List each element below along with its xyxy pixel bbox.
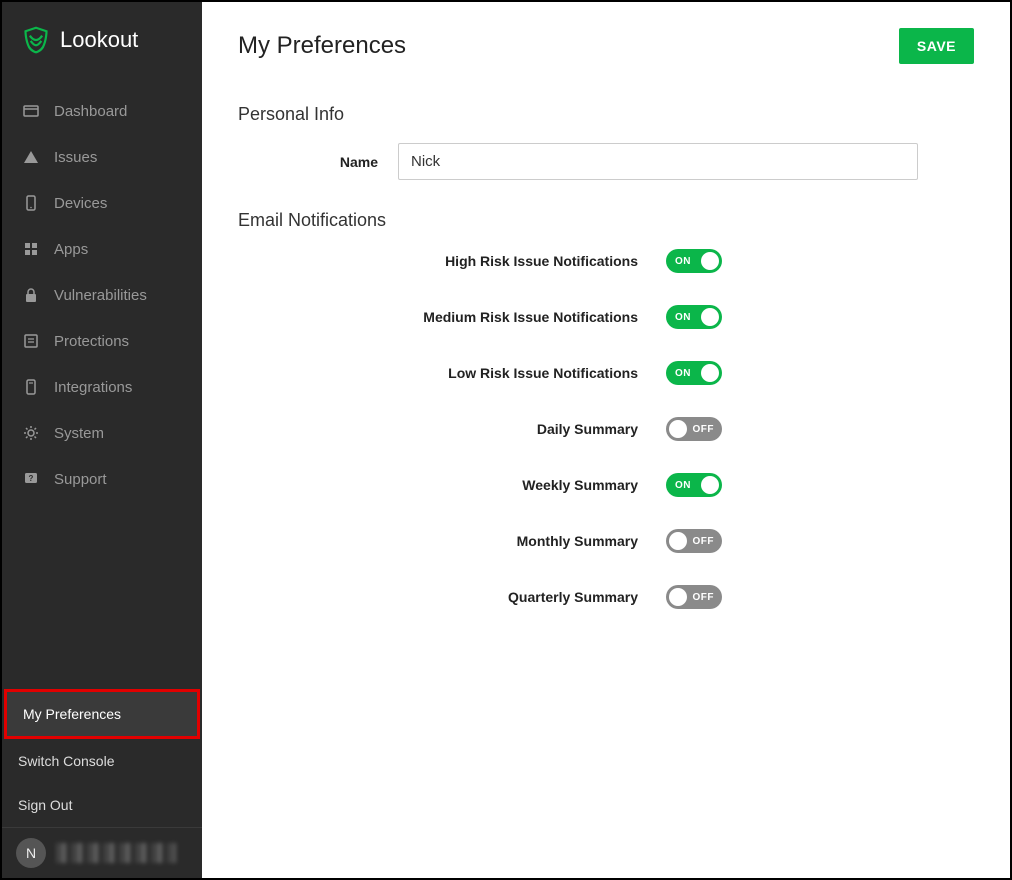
toggle-row: Weekly Summary ON: [238, 473, 974, 497]
highlighted-item: My Preferences: [4, 689, 200, 739]
sidebar-item-label: Integrations: [54, 379, 132, 396]
toggle-row: Low Risk Issue Notifications ON: [238, 361, 974, 385]
shield-icon: [22, 26, 50, 54]
toggle-knob: [701, 476, 719, 494]
toggle-state-text: ON: [675, 480, 691, 491]
integration-icon: [22, 378, 40, 396]
toggle-state-text: OFF: [693, 536, 715, 547]
sidebar-item-support[interactable]: ? Support: [2, 456, 202, 502]
toggle-label: Daily Summary: [238, 421, 638, 437]
toggle-label: Quarterly Summary: [238, 589, 638, 605]
toggle-switch[interactable]: ON: [666, 361, 722, 385]
personal-info-section: Personal Info Name: [238, 104, 974, 180]
lock-icon: [22, 286, 40, 304]
email-notifications-section: Email Notifications High Risk Issue Noti…: [238, 210, 974, 609]
user-row[interactable]: N: [2, 827, 202, 878]
toggle-switch[interactable]: ON: [666, 305, 722, 329]
toggle-knob: [669, 588, 687, 606]
primary-nav: Dashboard Issues Devices Apps Vulnerabil…: [2, 74, 202, 502]
sidebar-item-devices[interactable]: Devices: [2, 180, 202, 226]
toggle-row: Medium Risk Issue Notifications ON: [238, 305, 974, 329]
name-row: Name: [238, 143, 974, 180]
toggle-label: Monthly Summary: [238, 533, 638, 549]
sidebar-item-my-preferences[interactable]: My Preferences: [7, 692, 197, 736]
user-name-redacted: [56, 843, 176, 863]
page-header: My Preferences SAVE: [238, 28, 974, 64]
toggle-row: Monthly Summary OFF: [238, 529, 974, 553]
sidebar-item-switch-console[interactable]: Switch Console: [2, 739, 202, 783]
main-content: My Preferences SAVE Personal Info Name E…: [202, 2, 1010, 878]
sidebar-item-vulnerabilities[interactable]: Vulnerabilities: [2, 272, 202, 318]
dashboard-icon: [22, 102, 40, 120]
toggle-switch[interactable]: ON: [666, 473, 722, 497]
section-title-personal-info: Personal Info: [238, 104, 974, 125]
sidebar-item-sign-out[interactable]: Sign Out: [2, 783, 202, 827]
svg-text:?: ?: [29, 474, 34, 483]
sidebar-item-label: Issues: [54, 149, 97, 166]
list-icon: [22, 332, 40, 350]
sidebar-item-label: Apps: [54, 241, 88, 258]
toggle-state-text: ON: [675, 256, 691, 267]
sidebar-item-label: Protections: [54, 333, 129, 350]
device-icon: [22, 194, 40, 212]
toggle-label: Weekly Summary: [238, 477, 638, 493]
apps-icon: [22, 240, 40, 258]
brand-logo: Lookout: [2, 2, 202, 74]
sidebar-item-label: Support: [54, 471, 107, 488]
toggle-row: High Risk Issue Notifications ON: [238, 249, 974, 273]
toggle-label: High Risk Issue Notifications: [238, 253, 638, 269]
toggle-switch[interactable]: ON: [666, 249, 722, 273]
save-button[interactable]: SAVE: [899, 28, 974, 64]
secondary-nav: My Preferences Switch Console Sign Out: [2, 689, 202, 827]
name-label: Name: [238, 154, 378, 170]
toggle-knob: [701, 308, 719, 326]
section-title-email-notifications: Email Notifications: [238, 210, 974, 231]
sidebar: Lookout Dashboard Issues Devices Apps: [2, 2, 202, 878]
page-title: My Preferences: [238, 32, 406, 60]
sidebar-item-label: Devices: [54, 195, 107, 212]
warning-icon: [22, 148, 40, 166]
toggle-state-text: ON: [675, 368, 691, 379]
toggle-knob: [669, 420, 687, 438]
toggle-switch[interactable]: OFF: [666, 417, 722, 441]
toggle-row: Daily Summary OFF: [238, 417, 974, 441]
sidebar-item-label: My Preferences: [23, 706, 121, 722]
sidebar-item-dashboard[interactable]: Dashboard: [2, 88, 202, 134]
toggle-switch[interactable]: OFF: [666, 529, 722, 553]
toggle-label: Medium Risk Issue Notifications: [238, 309, 638, 325]
sidebar-item-integrations[interactable]: Integrations: [2, 364, 202, 410]
sidebar-item-label: Dashboard: [54, 103, 127, 120]
sidebar-item-apps[interactable]: Apps: [2, 226, 202, 272]
toggle-switch[interactable]: OFF: [666, 585, 722, 609]
toggle-knob: [701, 364, 719, 382]
sidebar-item-label: Switch Console: [18, 753, 115, 769]
toggle-row: Quarterly Summary OFF: [238, 585, 974, 609]
toggle-state-text: OFF: [693, 424, 715, 435]
name-input[interactable]: [398, 143, 918, 180]
toggle-knob: [669, 532, 687, 550]
sidebar-item-label: Sign Out: [18, 797, 72, 813]
sidebar-item-label: Vulnerabilities: [54, 287, 147, 304]
toggle-label: Low Risk Issue Notifications: [238, 365, 638, 381]
sidebar-item-protections[interactable]: Protections: [2, 318, 202, 364]
toggle-state-text: OFF: [693, 592, 715, 603]
gear-icon: [22, 424, 40, 442]
sidebar-item-system[interactable]: System: [2, 410, 202, 456]
support-icon: ?: [22, 470, 40, 488]
brand-text: Lookout: [60, 27, 138, 53]
avatar: N: [16, 838, 46, 868]
sidebar-item-issues[interactable]: Issues: [2, 134, 202, 180]
sidebar-item-label: System: [54, 425, 104, 442]
toggle-state-text: ON: [675, 312, 691, 323]
toggle-knob: [701, 252, 719, 270]
